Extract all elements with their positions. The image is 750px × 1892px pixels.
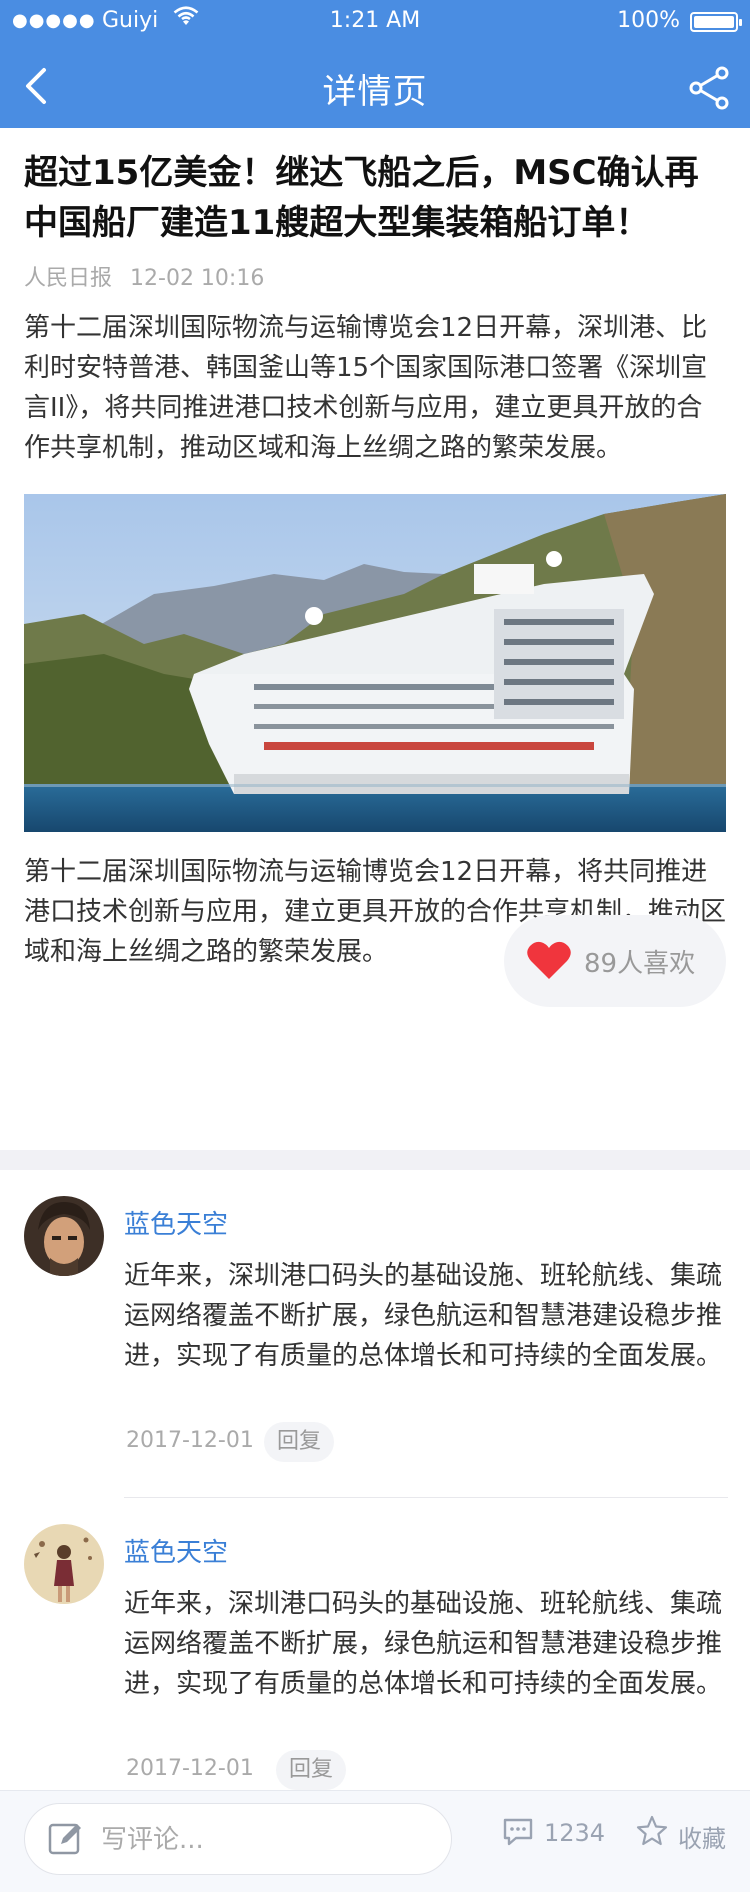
reply-button[interactable]: 回复 [276,1750,346,1790]
heart-icon [527,941,571,979]
nav-bar: 详情页 [0,44,750,128]
comment-separator [124,1497,728,1498]
comment-bubble-icon [503,1818,533,1846]
comment-text: 近年来，深圳港口码头的基础设施、班轮航线、集疏运网络覆盖不断扩展，绿色航运和智慧… [124,1261,723,1371]
avatar[interactable] [24,1524,104,1604]
comment-input-box[interactable] [24,1803,452,1875]
share-icon [689,66,729,110]
comment-date: 2017-12-01 [126,1756,254,1781]
like-count: 89人喜欢 [584,949,696,979]
like-button[interactable]: 89人喜欢 [504,915,726,1007]
favorite-button[interactable]: 收藏 [636,1813,736,1853]
page-title: 详情页 [322,72,428,112]
article-meta: 人民日报 12-02 10:16 [24,260,726,292]
battery-percent: 100% [617,8,680,33]
cruise-ship-photo [24,494,726,832]
comment-text: 近年来，深圳港口码头的基础设施、班轮航线、集疏运网络覆盖不断扩展，绿色航运和智慧… [124,1589,723,1699]
share-button[interactable] [686,64,734,112]
comment-username[interactable]: 蓝色天空 [124,1532,228,1569]
comment-date: 2017-12-01 [126,1428,254,1453]
article-source: 人民日报 [24,266,113,291]
app-header: ●●●●● Guiyi 1:21 AM 100% 详情页 [0,0,750,128]
comment-username[interactable]: 蓝色天空 [124,1204,228,1241]
comment-input[interactable] [101,1816,431,1864]
article-paragraph: 第十二届深圳国际物流与运输博览会12日开幕，深圳港、比利时安特普港、韩国釜山等1… [24,313,708,463]
status-bar: ●●●●● Guiyi 1:21 AM 100% [0,0,750,44]
avatar[interactable] [24,1196,104,1276]
pen-icon [48,1823,81,1855]
section-divider [0,1150,750,1170]
star-icon [636,1815,668,1846]
article-title: 超过15亿美金！继达飞船之后，MSC确认再中国船厂建造11艘超大型集装箱船订单！ [24,153,699,243]
article-datetime: 12-02 10:16 [130,266,265,291]
favorite-label: 收藏 [678,1825,726,1853]
comment-count: 1234 [544,1819,606,1847]
battery-icon [690,12,742,32]
reply-button[interactable]: 回复 [264,1422,334,1462]
article: 超过15亿美金！继达飞船之后，MSC确认再中国船厂建造11艘超大型集装箱船订单！… [24,128,726,972]
bottom-action-bar: 1234 收藏 [0,1790,750,1892]
